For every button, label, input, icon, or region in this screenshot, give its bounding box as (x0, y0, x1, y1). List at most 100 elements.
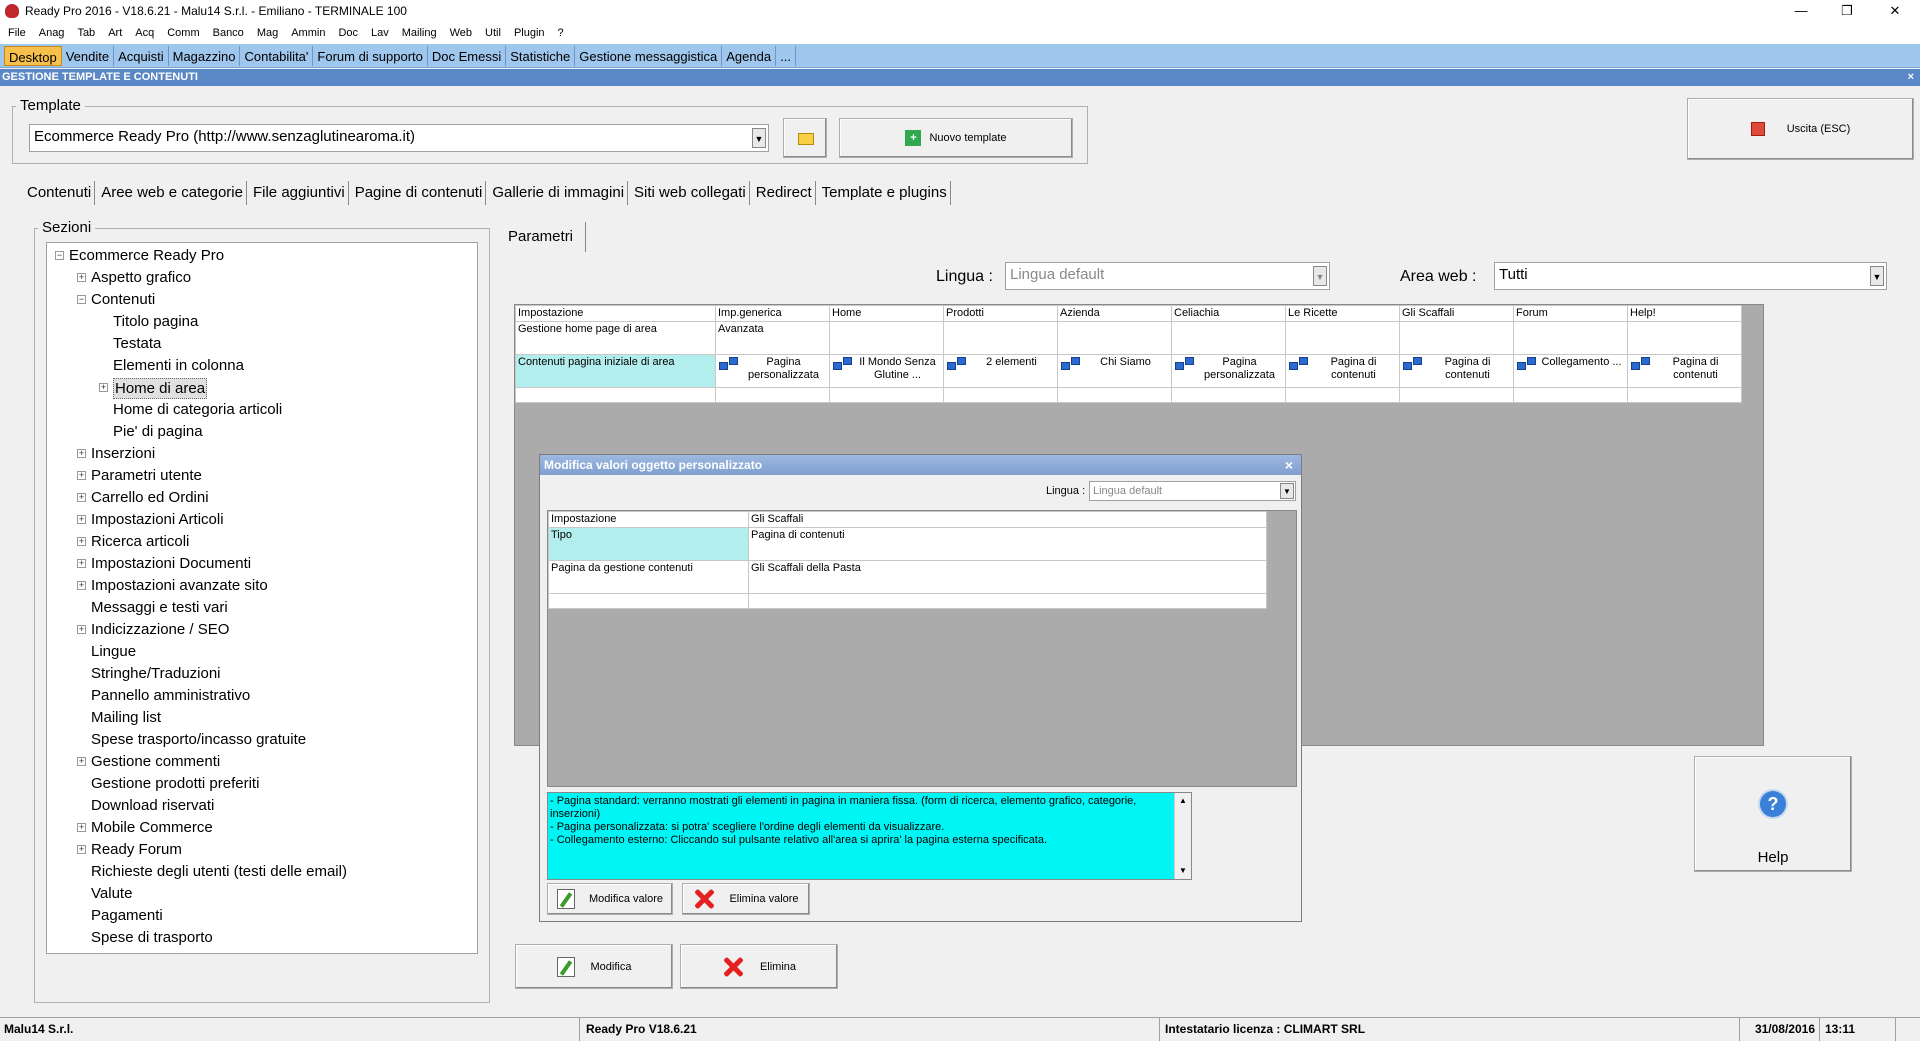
menu-mag[interactable]: Mag (257, 27, 278, 39)
new-template-button[interactable]: + Nuovo template (839, 118, 1073, 158)
table-row[interactable]: Tipo Pagina di contenuti (548, 527, 1267, 561)
tab-doc-emessi[interactable]: Doc Emessi (428, 45, 507, 66)
expand-icon[interactable]: + (77, 581, 86, 590)
tab-statistiche[interactable]: Statistiche (506, 45, 576, 66)
row-label[interactable]: Gestione home page di area (515, 321, 716, 355)
tree-node[interactable]: Pannello amministrativo (47, 685, 477, 707)
menu-file[interactable]: File (8, 27, 26, 39)
scroll-down-icon[interactable]: ▼ (1175, 863, 1191, 879)
tree-node[interactable]: + Home di area (47, 377, 477, 399)
tree-node[interactable]: + Indicizzazione / SEO (47, 619, 477, 641)
cell-empty[interactable] (1627, 321, 1742, 355)
menu-doc[interactable]: Doc (338, 27, 358, 39)
tab-messaggistica[interactable]: Gestione messaggistica (575, 45, 723, 66)
cell-button[interactable]: Chi Siamo (1057, 354, 1172, 388)
col-imp-generica[interactable]: Imp.generica (715, 305, 830, 322)
tree-node[interactable]: + Mobile Commerce (47, 817, 477, 839)
exit-button[interactable]: Uscita (ESC) (1687, 98, 1914, 160)
tree-node[interactable]: Home di categoria articoli (47, 399, 477, 421)
restore-button[interactable]: ❐ (1824, 0, 1870, 22)
expand-icon[interactable]: + (77, 471, 86, 480)
chevron-down-icon[interactable]: ▼ (1313, 266, 1327, 286)
scroll-up-icon[interactable]: ▲ (1175, 793, 1191, 809)
tree-node[interactable]: + Ready Forum (47, 839, 477, 861)
tree-node[interactable]: Valute (47, 883, 477, 905)
modify-value-button[interactable]: Modifica valore (547, 883, 673, 915)
expand-icon[interactable]: + (99, 383, 108, 392)
menu-comm[interactable]: Comm (167, 27, 199, 39)
cell-button[interactable]: Pagina personalizzata (1171, 354, 1286, 388)
row-label[interactable]: Pagina da gestione contenuti (548, 560, 749, 594)
tree-node[interactable]: − Contenuti (47, 289, 477, 311)
tree-node[interactable]: Titolo pagina (47, 311, 477, 333)
cell-button[interactable]: Pagina di contenuti (1399, 354, 1514, 388)
tab-desktop[interactable]: Desktop (4, 45, 62, 66)
menu-help[interactable]: ? (558, 27, 564, 39)
col-home[interactable]: Home (829, 305, 944, 322)
cell-empty[interactable] (943, 321, 1058, 355)
tree-node[interactable]: Messaggi e testi vari (47, 597, 477, 619)
tab-gallerie[interactable]: Gallerie di immagini (489, 181, 629, 205)
expand-icon[interactable]: + (77, 845, 86, 854)
tree-node[interactable]: + Aspetto grafico (47, 267, 477, 289)
chevron-down-icon[interactable]: ▼ (1870, 266, 1884, 286)
tab-redirect[interactable]: Redirect (753, 181, 816, 205)
tab-agenda[interactable]: Agenda (722, 45, 777, 66)
cell-button[interactable]: Pagina personalizzata (715, 354, 830, 388)
tree-node[interactable]: + Carrello ed Ordini (47, 487, 477, 509)
tab-aree-web[interactable]: Aree web e categorie (98, 181, 247, 205)
col-le-ricette[interactable]: Le Ricette (1285, 305, 1400, 322)
chevron-down-icon[interactable]: ▼ (1280, 483, 1294, 499)
sections-tree[interactable]: − Ecommerce Ready Pro + Aspetto grafico − Con… (46, 242, 478, 954)
col-azienda[interactable]: Azienda (1057, 305, 1172, 322)
tree-node[interactable]: + Impostazioni Documenti (47, 553, 477, 575)
menu-util[interactable]: Util (485, 27, 501, 39)
cell-value[interactable]: Pagina di contenuti (748, 527, 1267, 561)
cell-empty[interactable] (1399, 321, 1514, 355)
cell-value[interactable]: Gli Scaffali della Pasta (748, 560, 1267, 594)
col-gli-scaffali[interactable]: Gli Scaffali (1399, 305, 1514, 322)
col-impostazione[interactable]: Impostazione (515, 305, 716, 322)
tab-template-plugins[interactable]: Template e plugins (819, 181, 951, 205)
close-button[interactable]: ✕ (1872, 0, 1918, 22)
tree-node[interactable]: + Inserzioni (47, 443, 477, 465)
table-row[interactable]: Contenuti pagina iniziale di area Pagina… (515, 354, 1742, 388)
col-celiachia[interactable]: Celiachia (1171, 305, 1286, 322)
menu-acq[interactable]: Acq (135, 27, 154, 39)
tree-node[interactable]: − Ecommerce Ready Pro (47, 245, 477, 267)
expand-icon[interactable]: + (77, 493, 86, 502)
menu-web[interactable]: Web (450, 27, 472, 39)
tab-magazzino[interactable]: Magazzino (169, 45, 241, 66)
cell-empty[interactable] (1057, 321, 1172, 355)
tree-node[interactable]: Spese di trasporto (47, 927, 477, 949)
tree-node[interactable]: Elementi in colonna (47, 355, 477, 377)
tree-node[interactable]: + Ricerca articoli (47, 531, 477, 553)
tree-node[interactable]: + Impostazioni avanzate sito (47, 575, 477, 597)
menu-tab[interactable]: Tab (77, 27, 95, 39)
lingua-select[interactable]: Lingua default ▼ (1005, 262, 1330, 290)
expand-icon[interactable]: + (77, 625, 86, 634)
tree-node[interactable]: Mailing list (47, 707, 477, 729)
dialog-title-bar[interactable]: Modifica valori oggetto personalizzato × (540, 455, 1301, 475)
tree-node[interactable]: Download riservati (47, 795, 477, 817)
tree-node[interactable]: + Parametri utente (47, 465, 477, 487)
expand-icon[interactable]: + (77, 515, 86, 524)
dialog-lingua-select[interactable]: Lingua default ▼ (1089, 481, 1296, 501)
menu-art[interactable]: Art (108, 27, 122, 39)
cell-empty[interactable] (829, 321, 944, 355)
menu-lav[interactable]: Lav (371, 27, 389, 39)
delete-value-button[interactable]: Elimina valore (682, 883, 810, 915)
cell-empty[interactable] (1513, 321, 1628, 355)
expand-icon[interactable]: + (77, 559, 86, 568)
tab-file-aggiuntivi[interactable]: File aggiuntivi (250, 181, 349, 205)
area-select[interactable]: Tutti ▼ (1494, 262, 1887, 290)
tab-contenuti[interactable]: Contenuti (24, 181, 96, 205)
col-forum[interactable]: Forum (1513, 305, 1628, 322)
col-help[interactable]: Help! (1627, 305, 1742, 322)
delete-button[interactable]: Elimina (680, 944, 838, 989)
tab-vendite[interactable]: Vendite (62, 45, 115, 66)
menu-mailing[interactable]: Mailing (402, 27, 437, 39)
tree-node[interactable]: Stringhe/Traduzioni (47, 663, 477, 685)
table-row[interactable] (548, 593, 1267, 609)
expand-icon[interactable]: + (77, 537, 86, 546)
